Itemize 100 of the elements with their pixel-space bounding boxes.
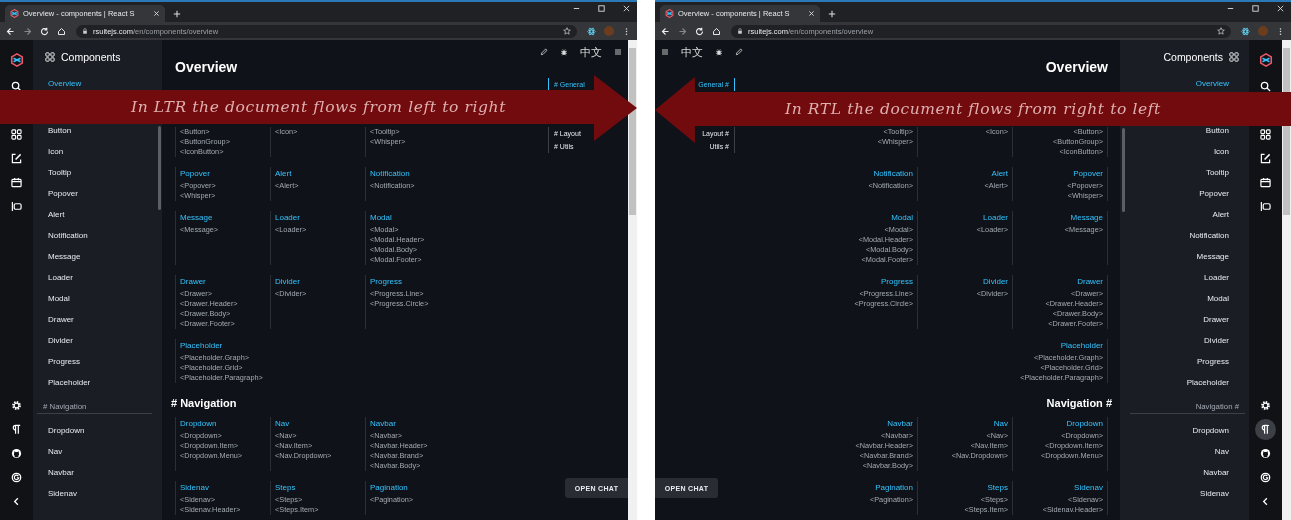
maximize-icon[interactable]: [597, 4, 606, 13]
calendar-icon[interactable]: [1260, 176, 1271, 188]
sidebar-item[interactable]: Loader: [1204, 272, 1229, 283]
sidebar-item[interactable]: Popover: [1199, 188, 1229, 199]
sidebar-item[interactable]: Dropdown: [1192, 425, 1229, 436]
settings-icon[interactable]: [1260, 399, 1271, 411]
sidebar-item[interactable]: Divider: [48, 335, 73, 346]
ring-logo-icon[interactable]: [1260, 471, 1271, 483]
search-icon[interactable]: [1260, 80, 1271, 92]
sidebar-item[interactable]: Notification: [48, 230, 88, 241]
component-link[interactable]: Navbar: [370, 417, 396, 431]
component-link[interactable]: Pagination: [875, 481, 913, 495]
settings-icon[interactable]: [11, 399, 22, 411]
sidebar-item[interactable]: Tooltip: [1205, 167, 1229, 178]
close-icon[interactable]: [1276, 4, 1285, 13]
component-link[interactable]: Divider: [983, 275, 1008, 289]
scrollbar[interactable]: [629, 48, 636, 215]
sidebar-item[interactable]: Navbar: [48, 467, 74, 478]
new-tab-icon[interactable]: [173, 10, 181, 18]
maximize-icon[interactable]: [1251, 4, 1260, 13]
sidebar-item[interactable]: Progress: [1197, 356, 1229, 367]
close-icon[interactable]: [153, 10, 160, 17]
sidebar-item[interactable]: Divider: [1204, 335, 1229, 346]
logo-icon[interactable]: [9, 52, 24, 68]
sidebar-item[interactable]: Loader: [48, 272, 73, 283]
sidebar-item[interactable]: Message: [48, 251, 81, 262]
sidebar-item[interactable]: Drawer: [1203, 314, 1229, 325]
sidebar-item[interactable]: Dropdown: [48, 425, 85, 436]
component-link[interactable]: Modal: [891, 211, 913, 225]
component-link[interactable]: Navbar: [887, 417, 913, 431]
grid-icon[interactable]: [1260, 128, 1271, 140]
circle-logo-icon[interactable]: [1260, 447, 1271, 459]
sidebar-item[interactable]: Icon: [1213, 146, 1229, 157]
home-icon[interactable]: [712, 26, 721, 36]
back-icon[interactable]: [661, 26, 670, 36]
close-icon[interactable]: [808, 10, 815, 17]
sidebar-item[interactable]: Navbar: [1203, 467, 1229, 478]
component-link[interactable]: Progress: [370, 275, 402, 289]
forward-icon[interactable]: [678, 26, 687, 36]
sidebar-item[interactable]: Drawer: [48, 314, 74, 325]
circle-logo-icon[interactable]: [11, 447, 22, 459]
component-link[interactable]: Drawer: [1077, 275, 1103, 289]
component-link[interactable]: Alert: [275, 167, 292, 181]
sidebar-icon[interactable]: [11, 200, 22, 212]
forward-icon[interactable]: [23, 26, 32, 36]
sidebar-item[interactable]: Overview: [48, 78, 82, 89]
edit-icon[interactable]: [540, 48, 548, 56]
new-tab-icon[interactable]: [828, 10, 836, 18]
sidebar-item[interactable]: Overview: [1195, 78, 1229, 89]
language-link[interactable]: 中文: [681, 44, 703, 60]
component-link[interactable]: Nav: [275, 417, 290, 431]
component-link[interactable]: Divider: [275, 275, 300, 289]
component-link[interactable]: Modal: [370, 211, 392, 225]
component-link[interactable]: Steps: [987, 481, 1008, 495]
bug-icon[interactable]: [715, 48, 723, 56]
logo-icon[interactable]: [1258, 52, 1273, 68]
atom-icon[interactable]: [587, 26, 596, 36]
sidebar-item[interactable]: Popover: [48, 188, 78, 199]
component-link[interactable]: Steps: [275, 481, 296, 495]
star-icon[interactable]: [563, 27, 571, 35]
component-link[interactable]: Loader: [983, 211, 1008, 225]
component-link[interactable]: Notification: [370, 167, 410, 181]
ring-logo-icon[interactable]: [11, 471, 22, 483]
component-link[interactable]: Nav: [993, 417, 1008, 431]
close-icon[interactable]: [622, 4, 631, 13]
paragraph-icon[interactable]: [1255, 418, 1276, 440]
grid-icon[interactable]: [11, 128, 22, 140]
component-link[interactable]: Placeholder: [180, 339, 223, 353]
sidebar-item[interactable]: Nav: [1214, 446, 1229, 457]
component-link[interactable]: Placeholder: [1060, 339, 1103, 353]
sidebar-item[interactable]: Button: [1205, 125, 1229, 136]
paragraph-icon[interactable]: [11, 423, 22, 435]
bug-icon[interactable]: [560, 48, 568, 56]
component-link[interactable]: Drawer: [180, 275, 206, 289]
edit-icon[interactable]: [735, 48, 743, 56]
component-link[interactable]: Sidenav: [180, 481, 209, 495]
sidebar-item[interactable]: Nav: [48, 446, 63, 457]
back-icon[interactable]: [6, 26, 15, 36]
sidebar-item[interactable]: Alert: [1212, 209, 1229, 220]
sidebar-item[interactable]: Tooltip: [48, 167, 72, 178]
sidebar-item[interactable]: Placeholder: [1186, 377, 1229, 388]
star-icon[interactable]: [1217, 27, 1225, 35]
sidebar-item[interactable]: Progress: [48, 356, 80, 367]
sidebar-item[interactable]: Alert: [48, 209, 65, 220]
component-link[interactable]: Dropdown: [1066, 417, 1103, 431]
component-link[interactable]: Popover: [1073, 167, 1103, 181]
sidebar-icon[interactable]: [1260, 200, 1271, 212]
calendar-icon[interactable]: [11, 176, 22, 188]
sidebar-item[interactable]: Modal: [48, 293, 70, 304]
component-link[interactable]: Dropdown: [180, 417, 217, 431]
sidebar-item[interactable]: Message: [1196, 251, 1229, 262]
scrollbar[interactable]: [158, 126, 161, 210]
scrollbar[interactable]: [1122, 128, 1125, 212]
atom-icon[interactable]: [1241, 26, 1250, 36]
sidebar-item[interactable]: Modal: [1207, 293, 1229, 304]
sidebar-item[interactable]: Notification: [1189, 230, 1229, 241]
language-link[interactable]: 中文: [580, 44, 602, 60]
component-link[interactable]: Alert: [991, 167, 1008, 181]
sidebar-item[interactable]: Icon: [48, 146, 64, 157]
component-link[interactable]: Notification: [873, 167, 913, 181]
